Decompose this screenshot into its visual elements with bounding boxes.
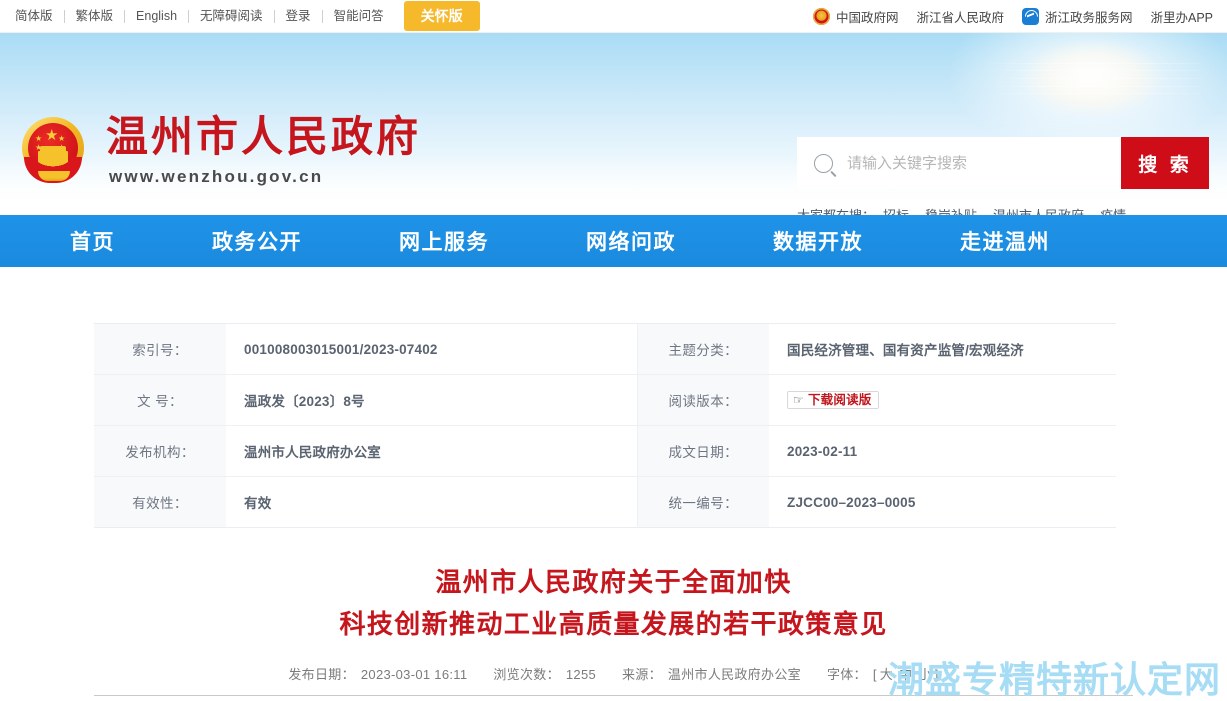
search-button[interactable]: 搜 索 [1121, 137, 1209, 189]
hot-search-label: 大家都在搜： [797, 205, 875, 215]
main-content: 索引号： 001008003015001/2023-07402 主题分类： 国民… [0, 323, 1227, 683]
value-issuing-agency: 温州市人民政府办公室 [226, 425, 638, 477]
hot-word-2[interactable]: 稳岗补贴 [925, 205, 977, 215]
search-box[interactable] [797, 137, 1121, 189]
value-validity: 有效 [226, 476, 638, 528]
views-label: 浏览次数： [493, 667, 560, 683]
content-divider [94, 695, 1133, 697]
lang-traditional-link[interactable]: 繁体版 [65, 0, 125, 32]
top-utility-bar: 简体版 繁体版 English 无障碍阅读 登录 智能问答 关怀版 中国政府网 … [0, 0, 1227, 33]
hot-word-3[interactable]: 温州市人民政府 [993, 205, 1084, 215]
site-title: 温州市人民政府 [106, 112, 422, 162]
site-header-banner: ★ ★ ★ ★ ★ 温州市人民政府 www.wenzhou.gov.cn 搜 索… [0, 33, 1227, 215]
hot-word-4[interactable]: 疫情 [1100, 205, 1126, 215]
document-title-line-2: 科技创新推动工业高质量发展的若干政策意见 [339, 610, 888, 641]
fontsize-label: 字体： [826, 667, 867, 683]
table-row: 有效性： 有效 统一编号： ZJCC00–2023–0005 [94, 476, 1116, 528]
zhejiang-service-link[interactable]: 浙江政务服务网 [1021, 7, 1133, 26]
views-value: 1255 [565, 667, 597, 683]
fontsize-option-small[interactable]: 小 [918, 667, 931, 682]
value-topic-category: 国民经济管理、国有资产监管/宏观经济 [769, 323, 1116, 375]
search-icon [814, 153, 833, 173]
topbar-right-links: 中国政府网 浙江省人民政府 浙江政务服务网 浙里办APP [812, 0, 1213, 32]
value-index-number: 001008003015001/2023-07402 [226, 323, 638, 375]
fontsize-option-large[interactable]: 大 [880, 667, 893, 682]
download-reading-version-button[interactable]: ☞ 下载阅读版 [787, 390, 880, 410]
label-unified-number: 统一编号： [637, 476, 769, 528]
download-reading-version-label: 下载阅读版 [807, 392, 872, 407]
national-emblem-icon: ★ ★ ★ ★ ★ [18, 115, 90, 187]
site-url: www.wenzhou.gov.cn [109, 166, 324, 186]
nav-item-open-data[interactable]: 数据开放 [773, 226, 863, 256]
source-value: 温州市人民政府办公室 [667, 667, 801, 683]
smart-qa-link[interactable]: 智能问答 [323, 0, 395, 32]
china-gov-label: 中国政府网 [835, 10, 899, 25]
zhelib-app-link[interactable]: 浙里办APP [1150, 7, 1213, 26]
table-row: 索引号： 001008003015001/2023-07402 主题分类： 国民… [94, 323, 1116, 375]
nav-item-about-wenzhou[interactable]: 走进温州 [960, 226, 1050, 256]
document-meta: 发布日期： 2023-03-01 16:11 浏览次数： 1255 来源： 温州市人民政府… [94, 664, 1133, 683]
site-brand[interactable]: ★ ★ ★ ★ ★ 温州市人民政府 www.wenzhou.gov.cn [18, 115, 421, 187]
lang-simplified-link[interactable]: 简体版 [4, 0, 64, 32]
source-label: 来源： [622, 667, 662, 683]
nav-item-home[interactable]: 首页 [70, 226, 115, 256]
publish-date-label: 发布日期： [288, 667, 355, 683]
publish-date-value: 2023-03-01 16:11 [360, 667, 468, 683]
china-emblem-icon [812, 7, 830, 25]
nav-item-online-politics[interactable]: 网络问政 [586, 226, 676, 256]
value-unified-number: ZJCC00–2023–0005 [787, 494, 916, 510]
label-index-number: 索引号： [94, 323, 226, 375]
login-link[interactable]: 登录 [275, 0, 322, 32]
label-validity: 有效性： [94, 476, 226, 528]
nav-item-online-services[interactable]: 网上服务 [399, 226, 489, 256]
value-document-number: 温政发〔2023〕8号 [226, 374, 638, 426]
main-navigation: 首页 政务公开 网上服务 网络问政 数据开放 走进温州 [0, 215, 1227, 267]
table-row: 发布机构： 温州市人民政府办公室 成文日期： 2023-02-11 [94, 425, 1116, 477]
topbar-left-links: 简体版 繁体版 English 无障碍阅读 登录 智能问答 关怀版 [0, 0, 480, 32]
fontsize-bracket-open: [ [872, 667, 877, 683]
accessibility-reading-link[interactable]: 无障碍阅读 [189, 0, 274, 32]
table-row: 文 号： 温政发〔2023〕8号 阅读版本： ☞ 下载阅读版 [94, 374, 1116, 426]
china-gov-link[interactable]: 中国政府网 [812, 7, 899, 26]
zhejiang-gov-label: 浙江省人民政府 [916, 10, 1004, 25]
sun-rays-decoration [985, 59, 1200, 99]
label-written-date: 成文日期： [637, 425, 769, 477]
document-info-table: 索引号： 001008003015001/2023-07402 主题分类： 国民… [94, 323, 1116, 528]
fontsize-option-medium[interactable]: 中 [899, 667, 912, 682]
zhelib-app-label: 浙里办APP [1150, 10, 1213, 25]
label-topic-category: 主题分类： [637, 323, 769, 375]
nav-item-government-affairs[interactable]: 政务公开 [212, 226, 302, 256]
document-title-line-1: 温州市人民政府关于全面加快 [435, 568, 792, 598]
label-reading-version: 阅读版本： [637, 374, 769, 426]
label-issuing-agency: 发布机构： [94, 425, 226, 477]
search-input[interactable] [845, 153, 1120, 173]
value-reading-version: ☞ 下载阅读版 [769, 374, 1116, 426]
page-title: 温州市人民政府关于全面加快 科技创新推动工业高质量发展的若干政策意见 [94, 562, 1133, 646]
zhejiang-gov-link[interactable]: 浙江省人民政府 [916, 7, 1004, 26]
search-row: 搜 索 [797, 137, 1209, 189]
hot-word-1[interactable]: 招标 [883, 205, 909, 215]
hot-search-row: 大家都在搜： 招标 稳岗补贴 温州市人民政府 疫情 [797, 205, 1209, 215]
search-area: 搜 索 大家都在搜： 招标 稳岗补贴 温州市人民政府 疫情 [797, 137, 1209, 215]
value-written-date: 2023-02-11 [769, 425, 1116, 477]
care-version-button[interactable]: 关怀版 [403, 1, 480, 31]
hand-pointer-icon: ☞ [793, 393, 804, 407]
zhejiang-service-label: 浙江政务服务网 [1044, 10, 1133, 25]
zhejiang-service-icon [1021, 7, 1039, 25]
lang-english-link[interactable]: English [125, 0, 188, 32]
fontsize-bracket-close: ] [934, 667, 939, 683]
label-document-number: 文 号： [94, 374, 226, 426]
